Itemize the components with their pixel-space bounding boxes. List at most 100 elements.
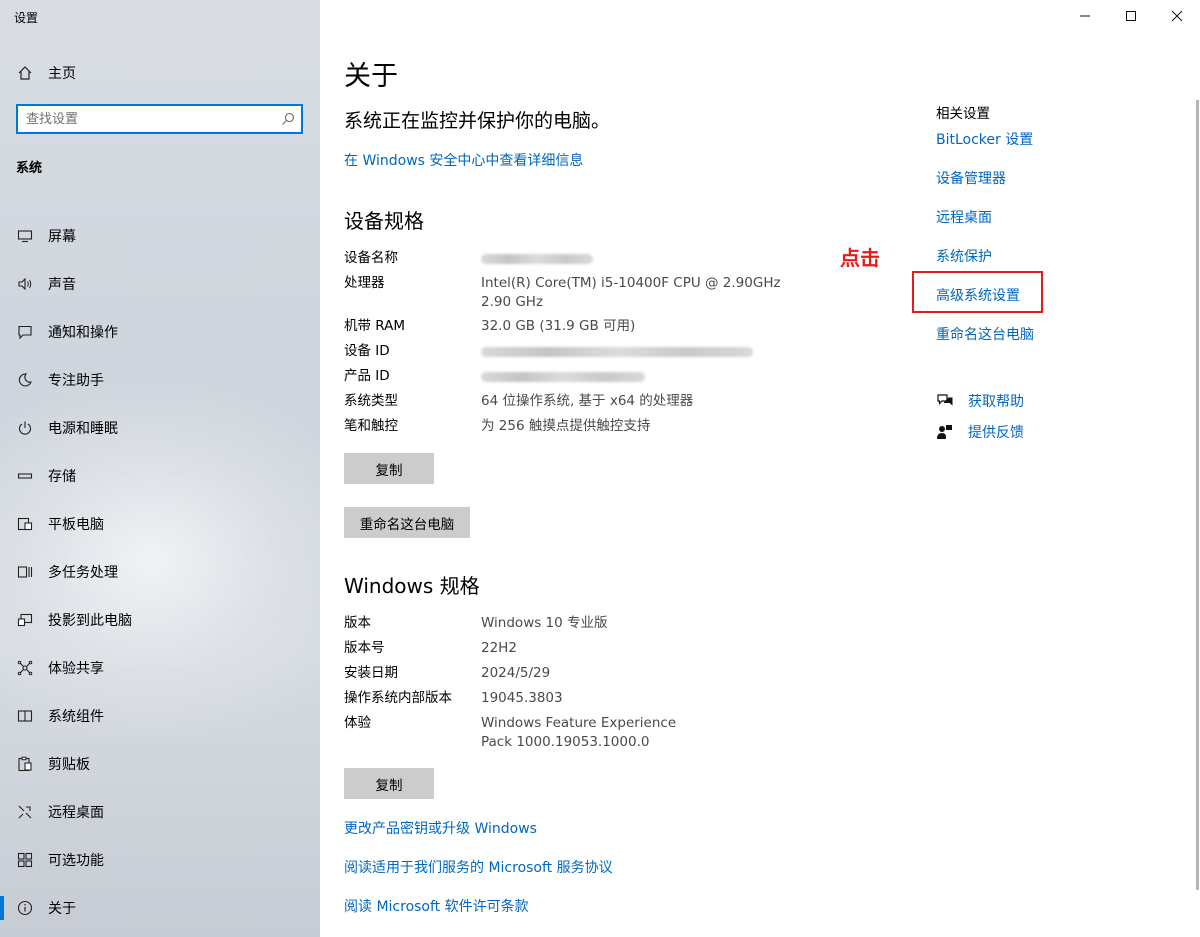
- close-icon: [1171, 7, 1183, 26]
- spec-row-pen-touch: 笔和触控 为 256 触摸点提供触控支持: [344, 417, 796, 442]
- protection-status-text: 系统正在监控并保护你的电脑。: [344, 110, 611, 132]
- spec-key: 版本号: [344, 640, 385, 656]
- sidebar-nav: 屏幕 声音 通知和操作 专注助手 电源和睡眠 存储 平板电脑 多任务处理 投影到…: [0, 212, 320, 932]
- spec-key: 设备名称: [344, 250, 398, 266]
- sidebar-item-sound[interactable]: 声音: [0, 260, 320, 308]
- spec-value: 为 256 触摸点提供触控支持: [481, 418, 651, 434]
- bitlocker-settings-link[interactable]: BitLocker 设置: [936, 129, 1033, 149]
- sidebar-item-label: 声音: [48, 277, 76, 293]
- sidebar-item-about[interactable]: 关于: [0, 884, 320, 932]
- spec-value: 22H2: [481, 640, 517, 656]
- remote-desktop-icon: [16, 803, 34, 821]
- highlight-annotation-box: [912, 271, 1043, 313]
- search-input[interactable]: [18, 106, 275, 132]
- monitor-icon: [16, 227, 34, 245]
- sidebar-item-power[interactable]: 电源和睡眠: [0, 404, 320, 452]
- notification-icon: [16, 323, 34, 341]
- spec-key: 机带 RAM: [344, 318, 406, 334]
- clipboard-icon: [16, 755, 34, 773]
- spec-row-edition: 版本 Windows 10 专业版: [344, 614, 796, 639]
- sidebar-item-label: 剪贴板: [48, 757, 90, 773]
- service-agreement-link[interactable]: 阅读适用于我们服务的 Microsoft 服务协议: [344, 857, 613, 877]
- scrollbar[interactable]: [1196, 100, 1199, 890]
- sidebar-item-home[interactable]: 主页: [16, 62, 76, 84]
- get-help-item[interactable]: 获取帮助: [936, 391, 1024, 411]
- spec-value-redacted: [481, 249, 796, 274]
- maximize-button[interactable]: [1108, 0, 1154, 32]
- rename-this-pc-link[interactable]: 重命名这台电脑: [936, 324, 1034, 344]
- power-icon: [16, 419, 34, 437]
- spec-key: 操作系统内部版本: [344, 690, 452, 706]
- maximize-icon: [1125, 7, 1137, 26]
- sidebar-item-remote-desktop[interactable]: 远程桌面: [0, 788, 320, 836]
- sidebar-item-focus-assist[interactable]: 专注助手: [0, 356, 320, 404]
- change-product-key-link[interactable]: 更改产品密钥或升级 Windows: [344, 818, 537, 838]
- help-chat-icon: [936, 392, 954, 410]
- spec-value-redacted: [481, 367, 796, 392]
- home-icon: [16, 64, 34, 82]
- device-specs-table: 设备名称 处理器 Intel(R) Core(TM) i5-10400F CPU…: [344, 249, 796, 442]
- tablet-icon: [16, 515, 34, 533]
- sidebar-item-label: 系统组件: [48, 709, 104, 725]
- related-settings-heading: 相关设置: [936, 106, 990, 122]
- sidebar-item-clipboard[interactable]: 剪贴板: [0, 740, 320, 788]
- spec-row-device-name: 设备名称: [344, 249, 796, 274]
- license-terms-link[interactable]: 阅读 Microsoft 软件许可条款: [344, 896, 529, 916]
- search-icon[interactable]: [275, 112, 301, 126]
- search-box[interactable]: [16, 104, 303, 134]
- sidebar-item-shared-experiences[interactable]: 体验共享: [0, 644, 320, 692]
- spec-row-experience: 体验 Windows Feature Experience Pack 1000.…: [344, 714, 796, 757]
- sidebar-item-display[interactable]: 屏幕: [0, 212, 320, 260]
- security-center-link[interactable]: 在 Windows 安全中心中查看详细信息: [344, 150, 583, 170]
- windows-specs-heading: Windows 规格: [344, 574, 480, 598]
- section-label-system: 系统: [16, 161, 43, 176]
- spec-row-system-type: 系统类型 64 位操作系统, 基于 x64 的处理器: [344, 392, 796, 417]
- minimize-icon: [1079, 7, 1091, 26]
- share-icon: [16, 659, 34, 677]
- spec-value: 64 位操作系统, 基于 x64 的处理器: [481, 393, 694, 409]
- moon-icon: [16, 371, 34, 389]
- rename-pc-button[interactable]: 重命名这台电脑: [344, 507, 470, 538]
- sidebar-item-multitasking[interactable]: 多任务处理: [0, 548, 320, 596]
- spec-row-product-id: 产品 ID: [344, 367, 796, 392]
- spec-key: 系统类型: [344, 393, 398, 409]
- spec-value: Intel(R) Core(TM) i5-10400F CPU @ 2.90GH…: [481, 275, 794, 310]
- give-feedback-item[interactable]: 提供反馈: [936, 422, 1024, 442]
- info-icon: [16, 899, 34, 917]
- sidebar-item-storage[interactable]: 存储: [0, 452, 320, 500]
- sidebar-item-project[interactable]: 投影到此电脑: [0, 596, 320, 644]
- spec-row-ram: 机带 RAM 32.0 GB (31.9 GB 可用): [344, 317, 796, 342]
- components-icon: [16, 707, 34, 725]
- sidebar-item-optional-features[interactable]: 可选功能: [0, 836, 320, 884]
- close-button[interactable]: [1154, 0, 1200, 32]
- sidebar: 设置 主页 系统 屏幕 声音 通知和操作 专注助手: [0, 0, 320, 937]
- spec-row-device-id: 设备 ID: [344, 342, 796, 367]
- sidebar-item-system-components[interactable]: 系统组件: [0, 692, 320, 740]
- click-annotation-label: 点击: [840, 246, 880, 270]
- spec-value: 32.0 GB (31.9 GB 可用): [481, 318, 636, 334]
- minimize-button[interactable]: [1062, 0, 1108, 32]
- spec-key: 版本: [344, 615, 371, 631]
- give-feedback-link[interactable]: 提供反馈: [968, 422, 1024, 442]
- system-protection-link[interactable]: 系统保护: [936, 246, 992, 266]
- spec-row-os-build: 操作系统内部版本 19045.3803: [344, 689, 796, 714]
- sidebar-item-label: 体验共享: [48, 661, 104, 677]
- spec-value: Windows Feature Experience Pack 1000.190…: [481, 715, 677, 750]
- spec-value-redacted: [481, 342, 796, 367]
- spec-value: 19045.3803: [481, 690, 563, 706]
- app-title: 设置: [14, 11, 39, 25]
- spec-key: 产品 ID: [344, 368, 390, 384]
- copy-device-specs-button[interactable]: 复制: [344, 453, 434, 484]
- spec-key: 笔和触控: [344, 418, 398, 434]
- page-title: 关于: [344, 61, 398, 92]
- remote-desktop-link[interactable]: 远程桌面: [936, 207, 992, 227]
- sidebar-item-label: 主页: [48, 66, 76, 82]
- copy-windows-specs-button[interactable]: 复制: [344, 768, 434, 799]
- sidebar-item-tablet[interactable]: 平板电脑: [0, 500, 320, 548]
- multitask-icon: [16, 563, 34, 581]
- device-manager-link[interactable]: 设备管理器: [936, 168, 1006, 188]
- get-help-link[interactable]: 获取帮助: [968, 391, 1024, 411]
- sidebar-item-label: 关于: [48, 901, 76, 917]
- sidebar-item-notifications[interactable]: 通知和操作: [0, 308, 320, 356]
- sidebar-item-label: 可选功能: [48, 853, 104, 869]
